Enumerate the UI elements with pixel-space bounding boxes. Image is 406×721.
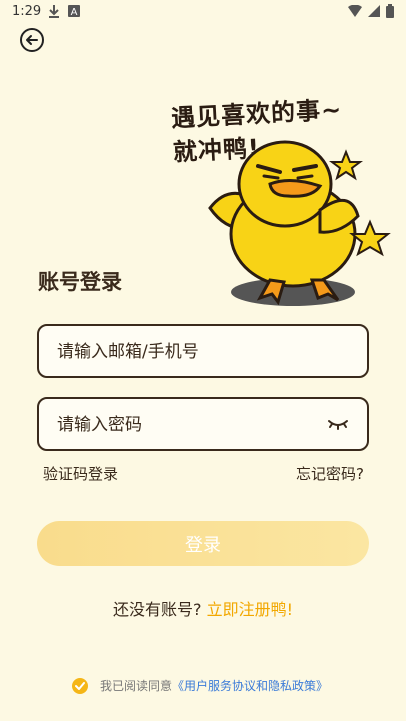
policy-link[interactable]: 《用户服务协议和隐私政策》 <box>172 677 328 694</box>
agreement-prefix: 我已阅读同意 <box>100 679 173 693</box>
password-input[interactable] <box>55 399 319 451</box>
a-icon: A <box>68 5 80 18</box>
svg-text:A: A <box>71 7 78 18</box>
status-time: 1:29 <box>12 4 42 19</box>
register-prompt: 还没有账号? <box>112 600 202 619</box>
password-field[interactable] <box>37 397 369 451</box>
back-button[interactable] <box>20 28 44 52</box>
account-field[interactable] <box>37 324 369 378</box>
signal-icon <box>368 5 380 17</box>
agreement-row: 我已阅读同意 《用户服务协议和隐私政策》 <box>72 677 328 694</box>
status-bar: 1:29 A <box>0 0 406 24</box>
duck-mascot-illustration <box>208 140 391 306</box>
code-login-link[interactable]: 验证码登录 <box>43 463 118 484</box>
register-link[interactable]: 立即注册鸭! <box>207 600 293 619</box>
back-arrow-icon <box>26 35 38 45</box>
status-icons-right <box>348 4 394 18</box>
status-icons-left: A <box>48 4 80 18</box>
eye-closed-icon[interactable] <box>327 415 349 433</box>
wifi-icon <box>348 5 362 17</box>
battery-icon <box>386 4 394 18</box>
agreement-checkbox[interactable] <box>72 677 88 694</box>
login-title: 账号登录 <box>38 270 122 294</box>
download-icon <box>49 5 59 18</box>
login-button[interactable]: 登录 <box>37 521 369 566</box>
check-icon <box>75 681 85 690</box>
account-input[interactable] <box>55 326 319 378</box>
register-row: 还没有账号? 立即注册鸭! <box>0 596 406 620</box>
forgot-password-link[interactable]: 忘记密码? <box>296 463 364 484</box>
